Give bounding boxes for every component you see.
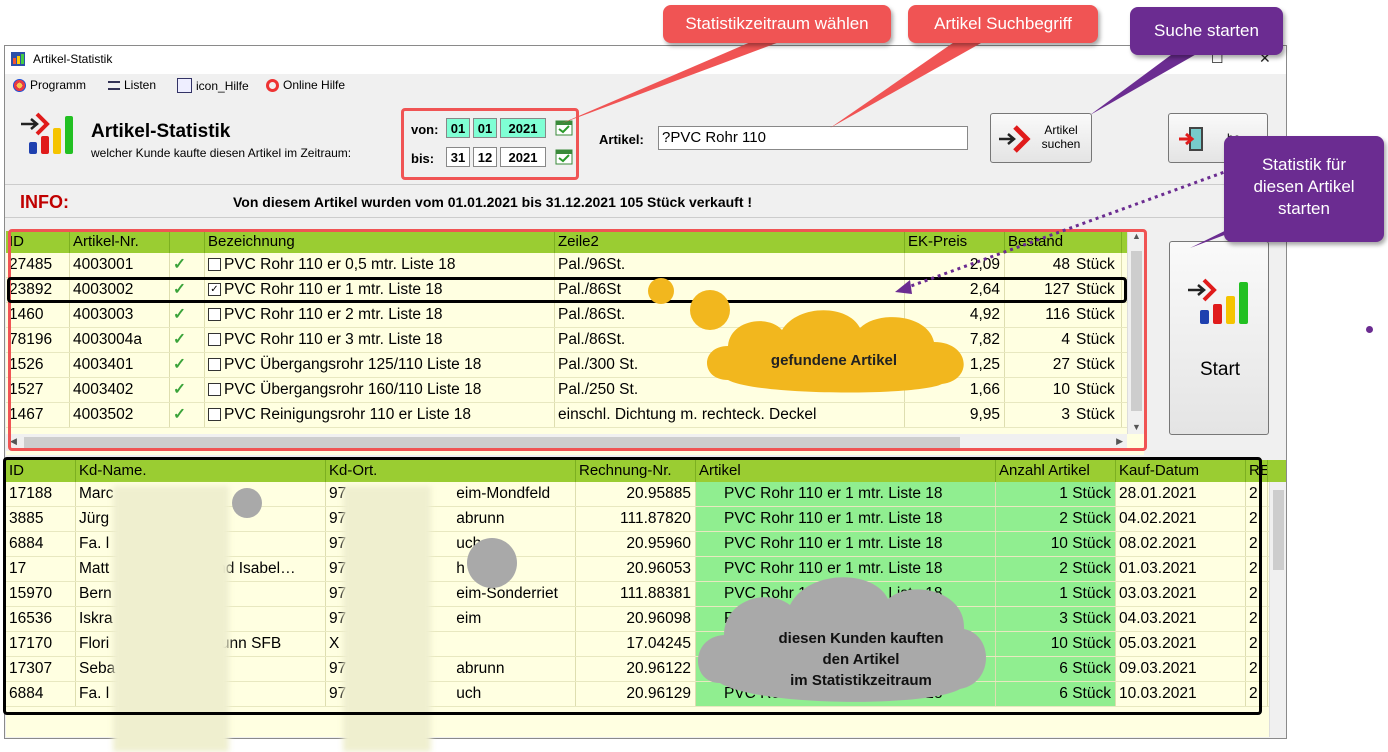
callout-period: Statistikzeitraum wählen	[663, 5, 891, 43]
callout-start-statistics: Statistik für diesen Artikel starten	[1224, 136, 1384, 242]
callout-start-search: Suche starten	[1130, 7, 1283, 55]
callout-search-term: Artikel Suchbegriff	[908, 5, 1098, 43]
callout-connectors	[560, 38, 1275, 294]
